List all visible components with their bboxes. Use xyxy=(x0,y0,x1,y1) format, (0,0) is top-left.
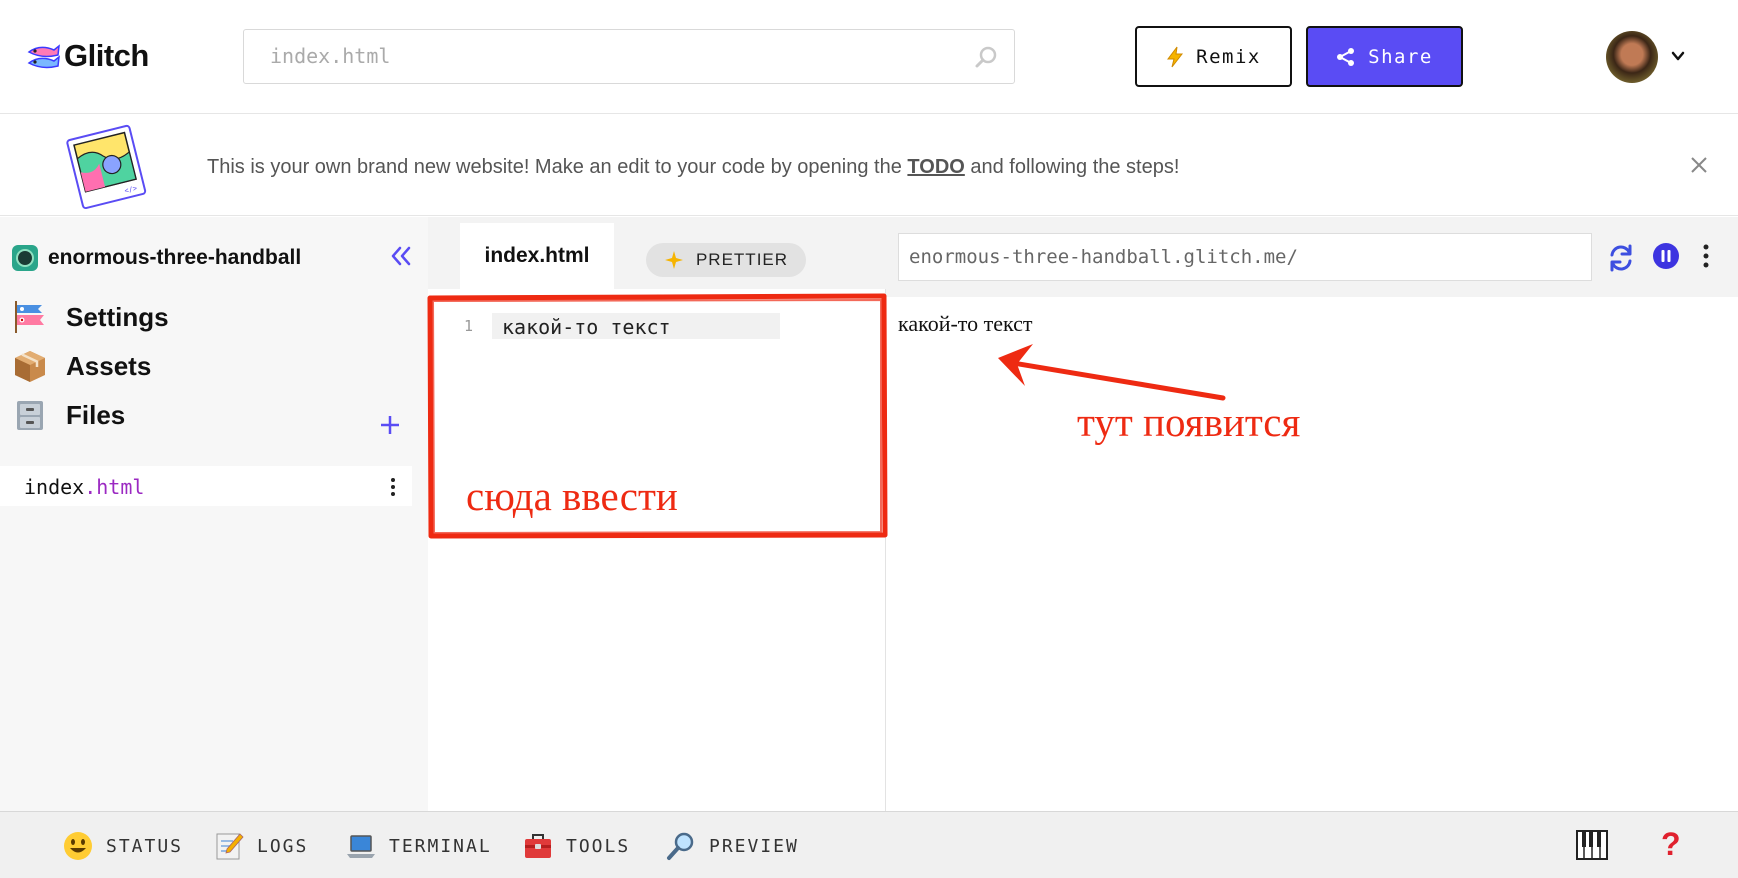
file-basename: index xyxy=(24,475,85,499)
user-avatar[interactable] xyxy=(1606,31,1658,83)
remix-label: Remix xyxy=(1196,45,1261,68)
search-icon[interactable] xyxy=(974,45,998,69)
bottom-toolbar: STATUS LOGS TERMINAL TOOLS PREVIEW ? xyxy=(0,811,1738,878)
sidebar-item-label: Assets xyxy=(66,350,152,381)
more-vertical-icon[interactable] xyxy=(1700,243,1712,269)
tab-index-html[interactable]: index.html xyxy=(460,223,614,289)
preview-url-box[interactable] xyxy=(898,233,1592,281)
banner-message: This is your own brand new website! Make… xyxy=(207,156,1179,179)
chevron-down-icon[interactable] xyxy=(1670,48,1686,64)
bottombar-label: STATUS xyxy=(106,835,184,857)
status-button[interactable]: STATUS xyxy=(62,830,183,862)
file-extension: .html xyxy=(84,475,145,499)
prettier-label: PRETTIER xyxy=(695,250,789,269)
file-cabinet-icon xyxy=(17,401,43,430)
piano-keyboard-icon[interactable] xyxy=(1576,830,1608,860)
bottombar-label: PREVIEW xyxy=(709,835,799,857)
koinobori-icon xyxy=(15,301,44,333)
banner-text-before: This is your own brand new website! Make… xyxy=(207,156,908,178)
sidebar: enormous-three-handball Settings Assets xyxy=(0,217,428,811)
project-name: enormous-three-handball xyxy=(48,246,302,269)
preview-pane: какой-то текст xyxy=(886,217,1738,811)
share-icon xyxy=(1337,47,1355,66)
share-button[interactable]: Share xyxy=(1306,26,1463,87)
sparkles-icon xyxy=(664,251,683,269)
sidebar-item-label: Files xyxy=(66,399,126,430)
bottombar-label: TERMINAL xyxy=(389,835,492,857)
preview-button[interactable]: PREVIEW xyxy=(665,830,799,862)
website-illustration-icon: </> xyxy=(66,124,147,210)
toolbox-icon xyxy=(525,834,551,858)
project-name-row[interactable]: enormous-three-handball xyxy=(12,245,301,271)
lightning-icon xyxy=(1167,46,1184,67)
remix-button[interactable]: Remix xyxy=(1135,26,1292,87)
annotation-input-hint: сюда ввести xyxy=(466,473,678,519)
top-header: Glitch Remix Share xyxy=(0,0,1738,114)
refresh-icon[interactable] xyxy=(1606,243,1636,273)
sidebar-item-files[interactable]: Files xyxy=(12,397,125,433)
share-label: Share xyxy=(1368,45,1433,68)
annotation-output-hint: тут появится xyxy=(1077,399,1301,445)
magnifier-icon xyxy=(667,832,694,860)
smiley-icon xyxy=(64,832,92,860)
pause-icon[interactable] xyxy=(1652,242,1680,270)
preview-toolbar xyxy=(886,217,1738,297)
file-item[interactable]: index.html xyxy=(0,466,412,506)
search-input[interactable] xyxy=(270,44,950,68)
close-icon[interactable] xyxy=(1688,154,1710,176)
memo-icon xyxy=(216,833,244,860)
search-box[interactable] xyxy=(243,29,1015,84)
collapse-sidebar-icon[interactable] xyxy=(388,243,414,269)
help-icon[interactable]: ? xyxy=(1661,826,1681,863)
glitch-logo[interactable]: Glitch xyxy=(26,38,149,74)
banner-text-after: and following the steps! xyxy=(964,156,1180,178)
app-name: Glitch xyxy=(64,38,149,73)
preview-body-text: какой-то текст xyxy=(898,311,1033,336)
file-name: index.html xyxy=(24,475,144,499)
welcome-banner: </> This is your own brand new website! … xyxy=(0,114,1738,216)
sidebar-item-assets[interactable]: Assets xyxy=(12,348,151,384)
sidebar-item-settings[interactable]: Settings xyxy=(12,299,169,335)
editor-tab-bar: index.html PRETTIER xyxy=(428,217,886,289)
more-vertical-icon[interactable] xyxy=(385,476,401,498)
sidebar-item-label: Settings xyxy=(66,301,169,332)
prettier-button[interactable]: PRETTIER xyxy=(646,243,806,277)
package-icon xyxy=(15,351,45,382)
fish-logo-icon xyxy=(27,44,60,69)
tools-button[interactable]: TOOLS xyxy=(522,830,630,862)
todo-link[interactable]: TODO xyxy=(907,156,964,178)
project-avatar-icon xyxy=(12,245,38,271)
terminal-button[interactable]: TERMINAL xyxy=(345,830,492,862)
add-file-icon[interactable] xyxy=(378,413,402,437)
preview-url-input[interactable] xyxy=(909,246,1579,268)
bottombar-label: TOOLS xyxy=(566,835,631,857)
bottombar-label: LOGS xyxy=(257,835,309,857)
laptop-icon xyxy=(347,835,375,858)
logs-button[interactable]: LOGS xyxy=(213,830,308,862)
